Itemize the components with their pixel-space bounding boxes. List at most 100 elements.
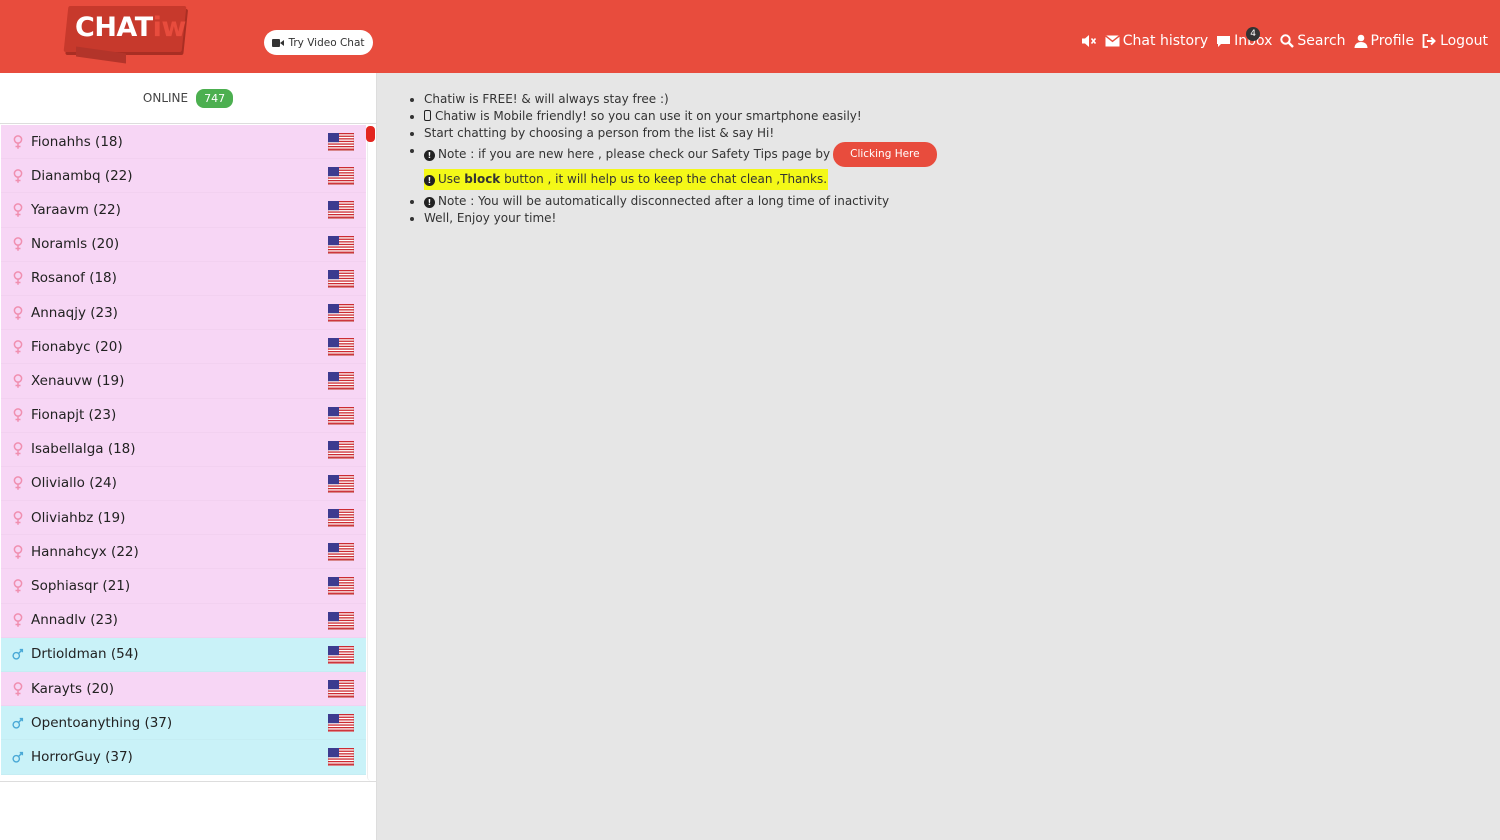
exclamation-circle-icon: ! <box>424 150 435 161</box>
info-enjoy: Well, Enjoy your time! <box>407 210 937 227</box>
user-list-item[interactable]: Karayts (20) <box>1 672 366 707</box>
user-list-item[interactable]: Dianambq (22) <box>1 159 366 194</box>
female-symbol-icon <box>11 202 25 218</box>
user-list-item[interactable]: Fionabyc (20) <box>1 330 366 365</box>
user-name: Sophiasqr (21) <box>31 578 131 595</box>
user-list-item[interactable]: Fionapjt (23) <box>1 398 366 433</box>
online-count-badge: 747 <box>196 88 234 108</box>
user-list-item[interactable]: Isabellalga (18) <box>1 432 366 467</box>
header-nav: Chat history Inbox 4 Search Profile Logo… <box>1081 27 1488 49</box>
us-flag-icon <box>327 679 355 699</box>
nav-logout-label: Logout <box>1440 33 1488 49</box>
safety-tips-button[interactable]: Clicking Here <box>833 142 937 167</box>
user-name: Hannahcyx (22) <box>31 543 139 560</box>
us-flag-icon <box>327 201 355 220</box>
us-flag-icon <box>327 303 355 323</box>
try-video-chat-label: Try Video Chat <box>288 36 365 49</box>
user-list-item[interactable]: Annaqjy (23) <box>1 295 366 331</box>
user-list-item[interactable]: Noramls (20) <box>1 227 366 262</box>
user-list-item[interactable]: Fionahhs (18) <box>1 125 366 160</box>
user-name: Noramls (20) <box>31 236 120 253</box>
nav-logout[interactable]: Logout <box>1422 33 1488 49</box>
block-highlight: ! Use block button , it will help us to k… <box>424 169 829 190</box>
female-symbol-icon <box>11 373 25 389</box>
chatiw-logo[interactable]: CHATiw <box>63 6 190 64</box>
user-name: Fionapjt (23) <box>31 407 117 424</box>
us-flag-icon <box>327 508 355 528</box>
male-symbol-icon <box>11 749 25 765</box>
female-symbol-icon <box>11 475 25 491</box>
us-flag-icon <box>327 713 355 733</box>
online-counter: ONLINE 747 <box>0 73 376 124</box>
try-video-chat-button[interactable]: Try Video Chat <box>264 30 373 55</box>
user-list-item[interactable]: Sophiasqr (21) <box>1 569 366 604</box>
user-list-scrollbar[interactable] <box>367 125 375 781</box>
user-name: Yaraavm (22) <box>31 201 121 218</box>
user-icon <box>1354 34 1368 48</box>
us-flag-icon <box>327 406 355 425</box>
user-list-item[interactable]: Oliviahbz (19) <box>1 501 366 536</box>
female-symbol-icon <box>11 407 25 423</box>
online-user-list: Fionahhs (18) Dianambq (22) Yaraavm (22) No… <box>1 125 366 781</box>
logout-icon <box>1422 34 1436 48</box>
envelope-icon <box>1104 35 1120 47</box>
user-name: Fionabyc (20) <box>31 338 123 355</box>
user-list-item[interactable]: Yaraavm (22) <box>1 193 366 228</box>
us-flag-icon <box>327 748 355 767</box>
user-list-scroll-thumb[interactable] <box>366 126 375 142</box>
mute-icon <box>1081 35 1096 47</box>
us-flag-icon <box>327 440 355 459</box>
info-mobile: Chatiw is Mobile friendly! so you can us… <box>407 108 937 125</box>
user-name: Oliviahbz (19) <box>31 509 126 526</box>
female-symbol-icon <box>11 270 25 286</box>
user-list-item[interactable]: Hannahcyx (22) <box>1 535 366 570</box>
nav-search-label: Search <box>1297 33 1346 49</box>
us-flag-icon <box>327 474 355 494</box>
exclamation-circle-icon: ! <box>424 197 435 208</box>
nav-inbox[interactable]: Inbox 4 <box>1216 27 1272 49</box>
user-name: Xenauvw (19) <box>31 372 125 389</box>
user-list-item[interactable]: Drtioldman (54) <box>1 637 366 672</box>
us-flag-icon <box>327 645 355 665</box>
user-sidebar: ONLINE 747 Fionahhs (18) Dianambq (22) Yar… <box>0 73 377 840</box>
user-name: Isabellalga (18) <box>31 441 136 458</box>
user-list-item[interactable]: Rosanof (18) <box>1 261 366 296</box>
user-list-item[interactable]: Xenauvw (19) <box>1 364 366 399</box>
mobile-phone-icon <box>424 110 431 121</box>
user-list-divider <box>0 781 376 782</box>
us-flag-icon <box>327 577 355 596</box>
nav-search[interactable]: Search <box>1280 33 1346 49</box>
info-disconnect-note: ! Note : You will be automatically discon… <box>407 193 937 210</box>
user-name: Dianambq (22) <box>31 167 133 184</box>
info-safety-note: ! Note : if you are new here , please che… <box>407 142 937 167</box>
user-name: Oliviallo (24) <box>31 475 117 492</box>
mute-toggle[interactable] <box>1081 34 1097 48</box>
user-name: HorrorGuy (37) <box>31 748 133 765</box>
inbox-count-badge: 4 <box>1246 27 1261 41</box>
female-symbol-icon <box>11 339 25 355</box>
nav-chat-history-label: Chat history <box>1122 33 1209 49</box>
female-symbol-icon <box>11 305 25 321</box>
us-flag-icon <box>327 235 355 254</box>
user-name: Karayts (20) <box>31 680 115 697</box>
user-name: Opentoanything (37) <box>31 714 173 731</box>
user-list-item[interactable]: HorrorGuy (37) <box>1 740 366 775</box>
info-start: Start chatting by choosing a person from… <box>407 125 937 142</box>
welcome-panel: Chatiw is FREE! & will always stay free … <box>377 73 1500 840</box>
search-icon <box>1280 34 1295 48</box>
logo-text: CHATiw <box>75 12 186 43</box>
info-list: Chatiw is FREE! & will always stay free … <box>407 91 937 227</box>
user-list-item[interactable]: Annadlv (23) <box>1 603 366 638</box>
top-header: CHATiw Try Video Chat Chat history Inbox… <box>0 0 1500 73</box>
user-list-item[interactable]: Oliviallo (24) <box>1 466 366 502</box>
female-symbol-icon <box>11 134 25 150</box>
us-flag-icon <box>327 543 355 562</box>
video-camera-icon <box>272 38 284 47</box>
user-name: Annadlv (23) <box>31 612 118 629</box>
nav-profile[interactable]: Profile <box>1354 33 1414 49</box>
user-list-item[interactable]: Opentoanything (37) <box>1 706 366 741</box>
female-symbol-icon <box>11 510 25 526</box>
us-flag-icon <box>327 372 355 391</box>
female-symbol-icon <box>11 544 25 560</box>
nav-chat-history[interactable]: Chat history <box>1104 33 1209 49</box>
